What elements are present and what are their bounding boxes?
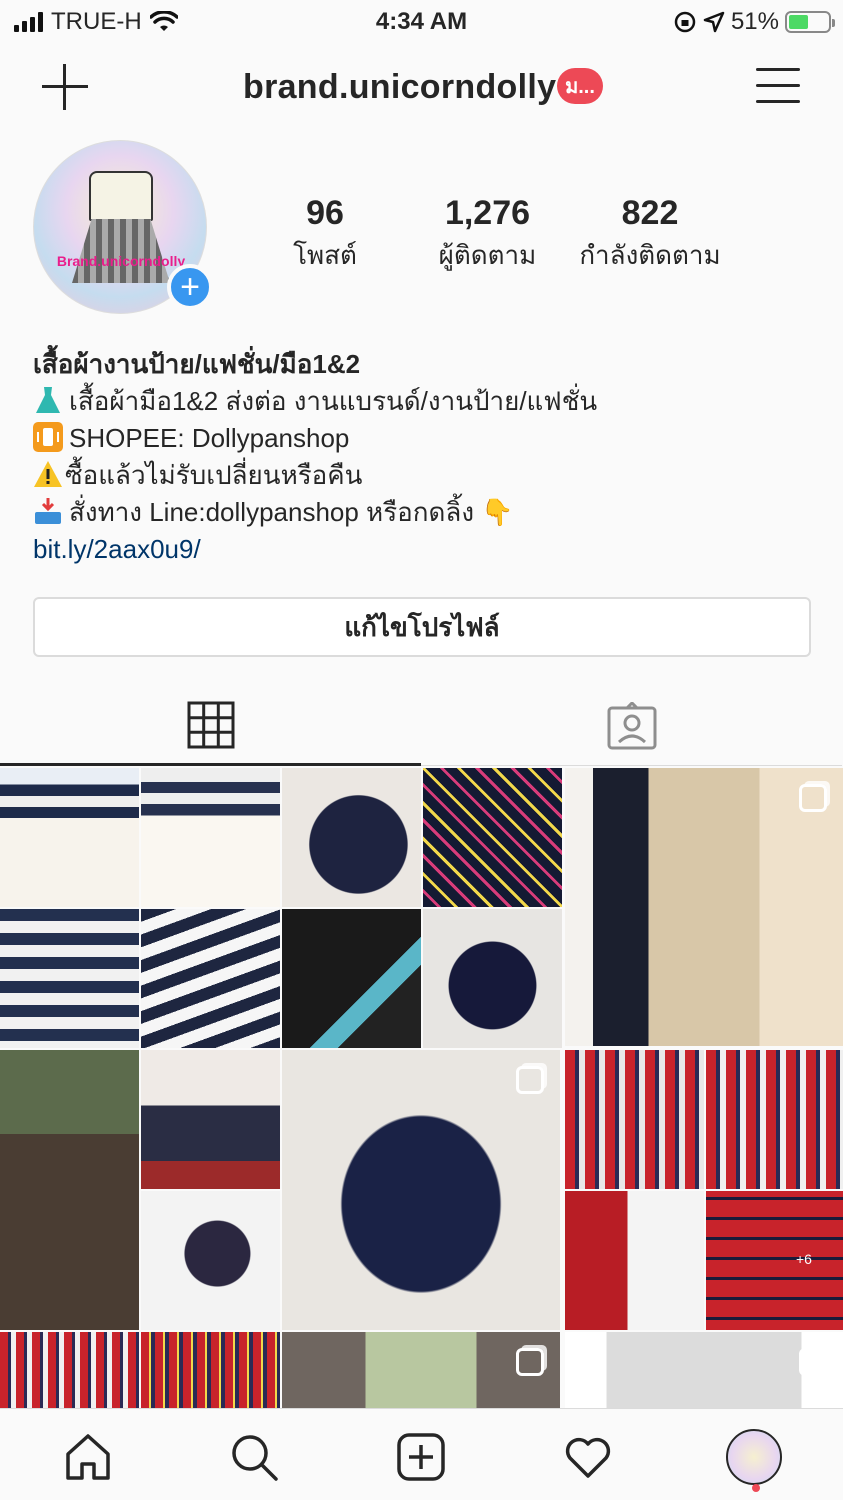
search-icon bbox=[232, 1435, 278, 1481]
avatar-skirt-illustration bbox=[72, 219, 170, 283]
grid-icon bbox=[187, 701, 234, 748]
tab-grid[interactable] bbox=[0, 686, 421, 766]
photo-plaid-top-2[interactable] bbox=[141, 1332, 280, 1408]
multiple-photos-icon bbox=[799, 1348, 827, 1376]
warning-emoji-icon bbox=[34, 461, 62, 487]
dress-emoji-icon bbox=[36, 387, 60, 413]
notification-badge[interactable]: ม... bbox=[557, 68, 603, 104]
stat-followers-value: 1,276 bbox=[444, 194, 531, 232]
add-story-button[interactable]: + bbox=[167, 264, 213, 310]
photo-plaid-dress-front[interactable] bbox=[565, 1050, 704, 1189]
hamburger-menu-icon[interactable] bbox=[756, 66, 800, 106]
photo-floral-tank[interactable] bbox=[282, 1332, 560, 1408]
photo-model-cat[interactable] bbox=[141, 1050, 280, 1189]
nav-new-post[interactable] bbox=[391, 1427, 451, 1487]
photo-count-label: +6 bbox=[796, 1251, 812, 1267]
nav-profile[interactable] bbox=[724, 1427, 784, 1487]
username-title[interactable]: brand.unicorndolly bbox=[243, 68, 556, 107]
profile-header: brand.unicorndolly ม... bbox=[0, 52, 843, 122]
plus-icon[interactable] bbox=[40, 62, 90, 112]
stat-followers[interactable]: 1,276 ผู้ติดตาม bbox=[425, 194, 550, 276]
bio-line-2: SHOPEE: Dollypanshop bbox=[33, 420, 813, 457]
vibration-mode-emoji-icon bbox=[33, 422, 63, 452]
rotation-lock-icon bbox=[674, 11, 696, 33]
photo-print-dress-tag[interactable] bbox=[423, 909, 562, 1048]
photo-plaid-collar[interactable] bbox=[565, 1191, 704, 1330]
stat-followers-label: ผู้ติดตาม bbox=[438, 240, 537, 270]
home-icon bbox=[66, 1434, 110, 1480]
stat-following-value: 822 bbox=[621, 194, 679, 232]
nav-activity[interactable] bbox=[558, 1427, 618, 1487]
bottom-nav bbox=[0, 1408, 843, 1500]
multiple-photos-icon bbox=[516, 1066, 544, 1094]
bio-name: เสื้อผ้างานป้าย/แฟชั่น/มือ1&2 bbox=[33, 349, 361, 379]
photo-plaid-top-1[interactable] bbox=[0, 1332, 139, 1408]
photo-striped-dress-side[interactable] bbox=[141, 768, 280, 907]
stat-posts[interactable]: 96 โพสต์ bbox=[285, 194, 365, 276]
profile-tabs bbox=[0, 686, 843, 766]
multiple-photos-icon bbox=[516, 1348, 544, 1376]
inbox-tray-emoji-icon bbox=[35, 498, 61, 524]
profile-avatar-icon bbox=[726, 1429, 782, 1485]
photo-grid: +6 bbox=[0, 768, 843, 1408]
photo-cat-print-dress[interactable] bbox=[565, 768, 843, 1046]
profile-bio: เสื้อผ้างานป้าย/แฟชั่น/มือ1&2 เสื้อผ้ามื… bbox=[33, 346, 813, 568]
avatar-dress-illustration bbox=[89, 171, 153, 221]
nav-home[interactable] bbox=[58, 1427, 118, 1487]
photo-print-dress-closeup[interactable] bbox=[423, 768, 562, 907]
stat-following[interactable]: 822 กำลังติดตาม bbox=[570, 194, 730, 276]
photo-floral-dress-hanger[interactable] bbox=[141, 1191, 280, 1330]
battery-percent: 51% bbox=[730, 8, 779, 35]
edit-profile-button[interactable]: แก้ไขโปรไฟล์ bbox=[33, 597, 811, 657]
photo-striped-floral-top[interactable] bbox=[0, 909, 139, 1048]
photo-model-coat[interactable] bbox=[0, 1050, 139, 1330]
multiple-photos-icon bbox=[799, 784, 827, 812]
profile-avatar[interactable]: Brand.unicorndolly + bbox=[33, 140, 213, 318]
tab-tagged[interactable] bbox=[421, 686, 842, 766]
status-bar: TRUE-H 4:34 AM 51% bbox=[0, 0, 843, 44]
photo-plaid-detail[interactable]: +6 bbox=[706, 1191, 843, 1330]
photo-plaid-dress-back[interactable] bbox=[706, 1050, 843, 1189]
stat-following-label: กำลังติดตาม bbox=[579, 240, 721, 270]
stat-posts-label: โพสต์ bbox=[293, 240, 357, 270]
new-post-icon bbox=[397, 1433, 445, 1481]
photo-floral-dress-long[interactable] bbox=[282, 1050, 560, 1330]
profile-notification-dot bbox=[752, 1484, 760, 1492]
photo-print-dress-label[interactable] bbox=[282, 909, 421, 1048]
battery-charging-icon bbox=[785, 11, 835, 33]
stat-posts-value: 96 bbox=[306, 194, 344, 232]
photo-striped-top-detail[interactable] bbox=[141, 909, 280, 1048]
nav-search[interactable] bbox=[224, 1427, 284, 1487]
bio-line-4: สั่งทาง Line:dollypanshop หรือกดลิ้ง 👇 bbox=[33, 494, 813, 531]
bio-line-1: เสื้อผ้ามือ1&2 ส่งต่อ งานแบรนด์/งานป้าย/… bbox=[33, 383, 813, 420]
bio-line-3: ซื้อแล้วไม่รับเปลี่ยนหรือคืน bbox=[33, 457, 813, 494]
photo-white-top[interactable] bbox=[565, 1332, 843, 1408]
bio-link[interactable]: bit.ly/2aax0u9/ bbox=[33, 531, 813, 568]
tagged-person-icon bbox=[607, 701, 656, 749]
activity-heart-icon bbox=[565, 1437, 611, 1478]
location-arrow-icon bbox=[703, 11, 725, 33]
photo-print-dress[interactable] bbox=[282, 768, 421, 907]
photo-striped-dress-front[interactable] bbox=[0, 768, 139, 907]
status-right: 51% bbox=[673, 8, 835, 36]
